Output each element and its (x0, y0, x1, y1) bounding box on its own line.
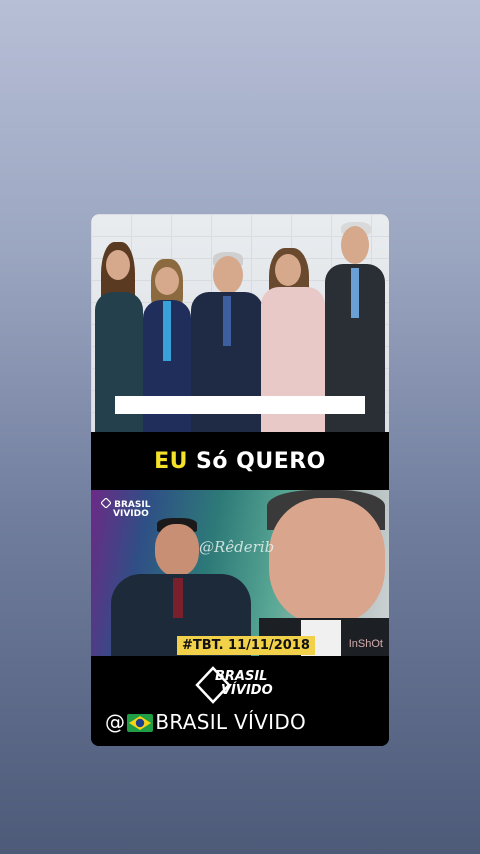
logo-line1: BRASIL (215, 669, 268, 684)
tv-host (111, 514, 251, 656)
group-photo (91, 214, 389, 432)
brazil-flag-icon (127, 714, 154, 732)
title-highlight: EU (154, 448, 189, 474)
brasil-vivido-logo: BRASIL VÍVIDO (195, 666, 285, 704)
handle-at: @ (105, 710, 126, 734)
logo-line2: VÍVIDO (221, 683, 273, 698)
caption-bar (115, 396, 365, 414)
tie (223, 296, 231, 346)
diamond-icon (100, 497, 112, 509)
brasil-vivido-logo-small: BRASIL VIVIDO (100, 497, 150, 519)
tie (351, 268, 359, 318)
lanyard (163, 301, 171, 361)
close-up-face (259, 490, 389, 656)
handle-name: BRASIL VÍVIDO (155, 710, 307, 734)
footer: BRASIL VÍVIDO @ BRASIL VÍVIDO (91, 656, 389, 746)
logo-small-line2: VIVIDO (113, 509, 149, 519)
channel-handle[interactable]: @ BRASIL VÍVIDO (105, 710, 306, 734)
date-tag: #TBT. 11/11/2018 (177, 636, 315, 655)
title-text: Só QUERO (196, 448, 326, 474)
title-strip: EU Só QUERO (91, 432, 389, 490)
watermark-text: @Rêderib (199, 538, 275, 556)
video-card[interactable]: EU Só QUERO BRASIL VIVIDO @Rêderib #TBT.… (91, 214, 389, 746)
tv-photo: BRASIL VIVIDO @Rêderib #TBT. 11/11/2018 … (91, 490, 389, 656)
inshot-watermark: InShOt (348, 638, 383, 650)
